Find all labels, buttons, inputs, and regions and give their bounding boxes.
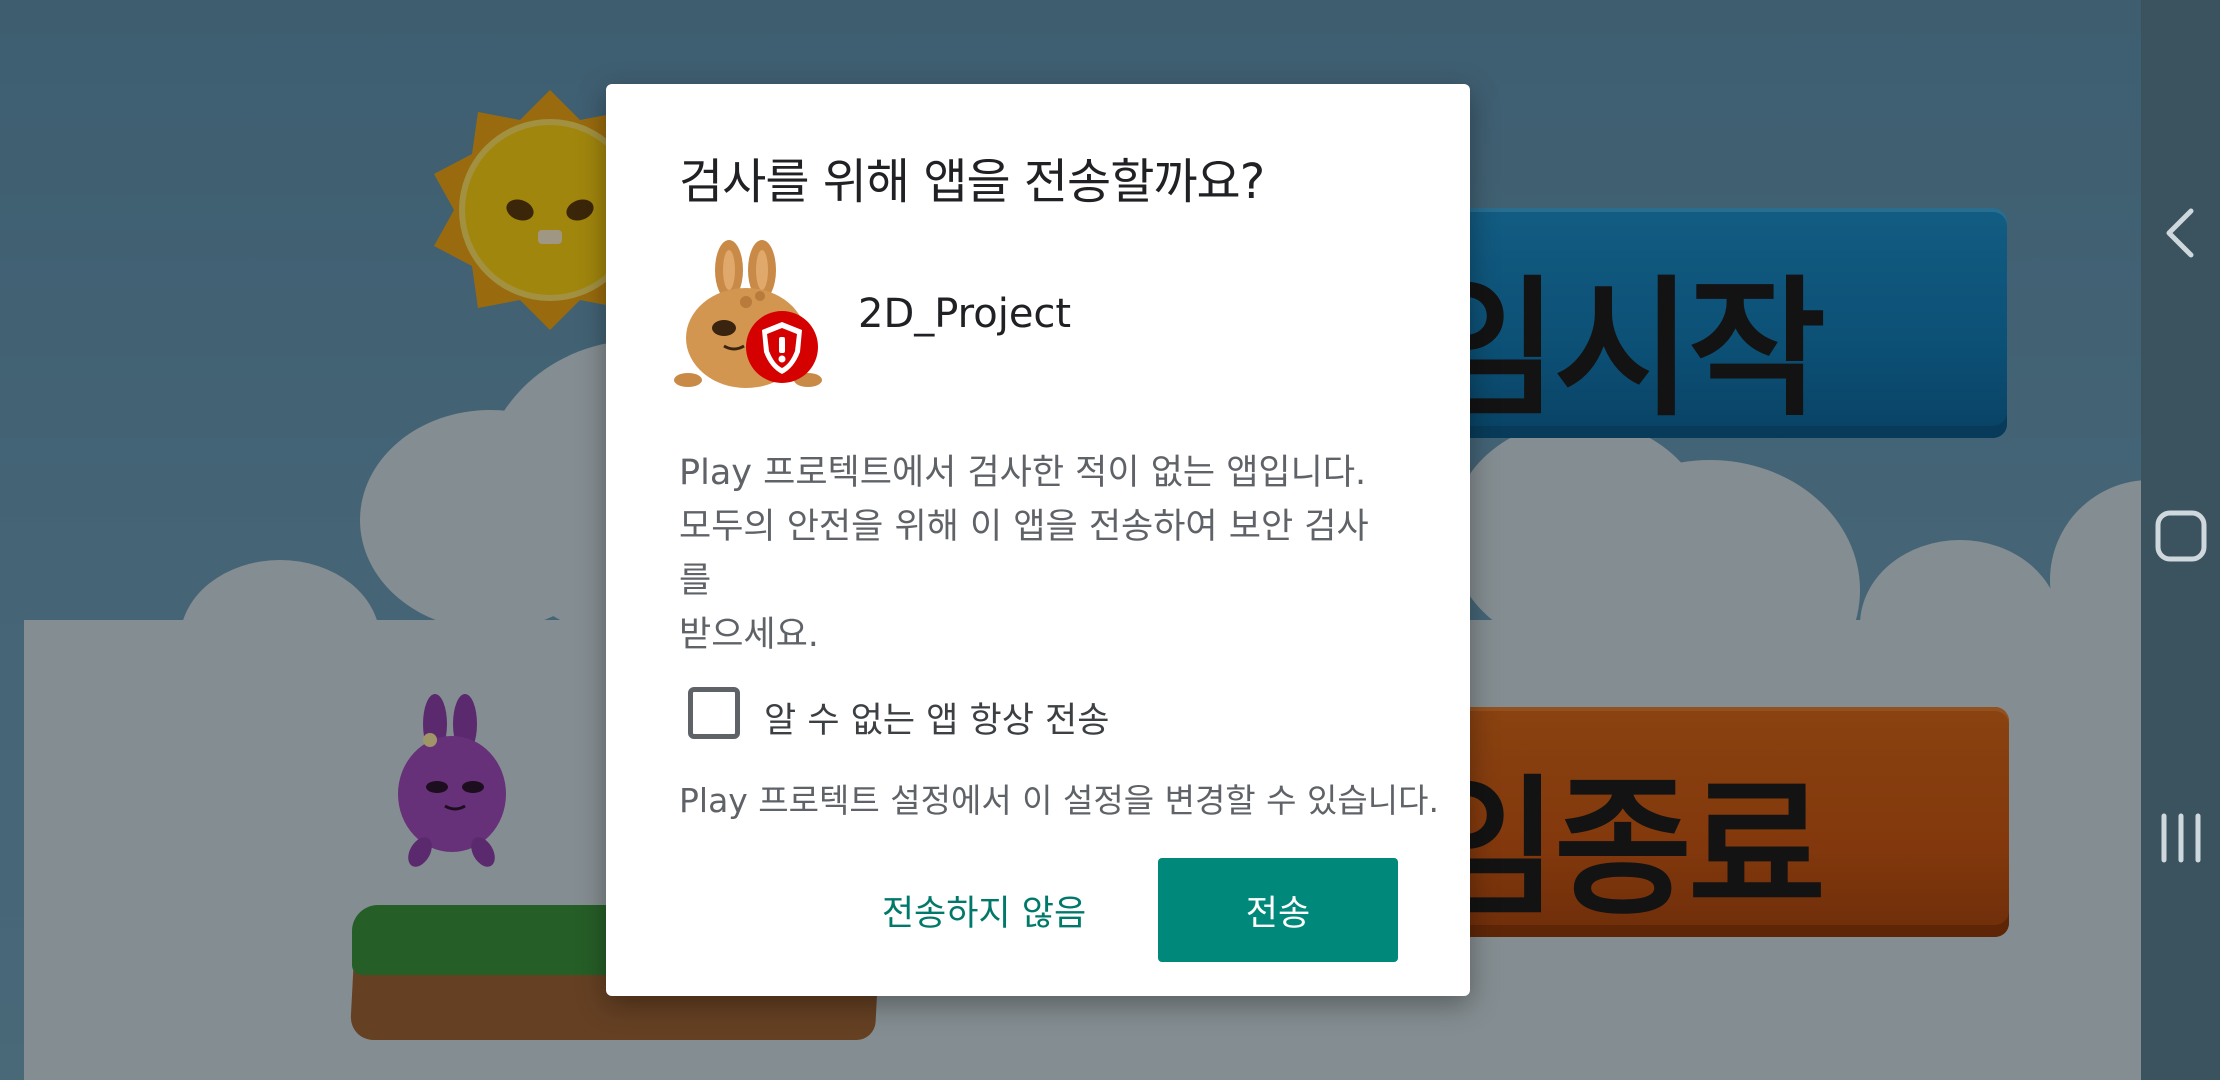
always-send-label[interactable]: 알 수 없는 앱 항상 전송 xyxy=(764,692,1109,743)
settings-hint: Play 프로텍트 설정에서 이 설정을 변경할 수 있습니다. xyxy=(679,774,1439,824)
message-line: 받으세요. xyxy=(679,615,819,655)
app-icon xyxy=(674,240,822,388)
message-line: Play 프로텍트에서 검사한 적이 없는 앱입니다. xyxy=(679,453,1367,493)
dialog-title: 검사를 위해 앱을 전송할까요? xyxy=(679,154,1265,210)
home-icon xyxy=(2155,510,2206,562)
dont-send-button[interactable]: 전송하지 않음 xyxy=(834,858,1134,962)
navigation-bar xyxy=(2141,0,2220,1080)
app-name: 2D_Project xyxy=(858,291,1072,337)
settings-hint-text: Play 프로텍트 설정에서 이 설정을 변경할 수 있습니다. xyxy=(679,781,1439,820)
dialog-message: Play 프로텍트에서 검사한 적이 없는 앱입니다. 모두의 안전을 위해 이… xyxy=(679,446,1399,662)
message-line: 모두의 안전을 위해 이 앱을 전송하여 보안 검사를 xyxy=(679,507,1369,601)
back-button[interactable] xyxy=(2141,178,2220,288)
warning-shield-icon xyxy=(746,311,818,383)
back-icon xyxy=(2166,208,2193,258)
always-send-checkbox[interactable] xyxy=(688,687,740,739)
recents-button[interactable] xyxy=(2141,783,2220,893)
recents-icon xyxy=(2161,813,2200,863)
send-button[interactable]: 전송 xyxy=(1158,858,1398,962)
play-protect-dialog: 검사를 위해 앱을 전송할까요? 2D_Project Play 프로텍트에서 … xyxy=(606,84,1470,996)
home-button[interactable] xyxy=(2141,481,2220,591)
